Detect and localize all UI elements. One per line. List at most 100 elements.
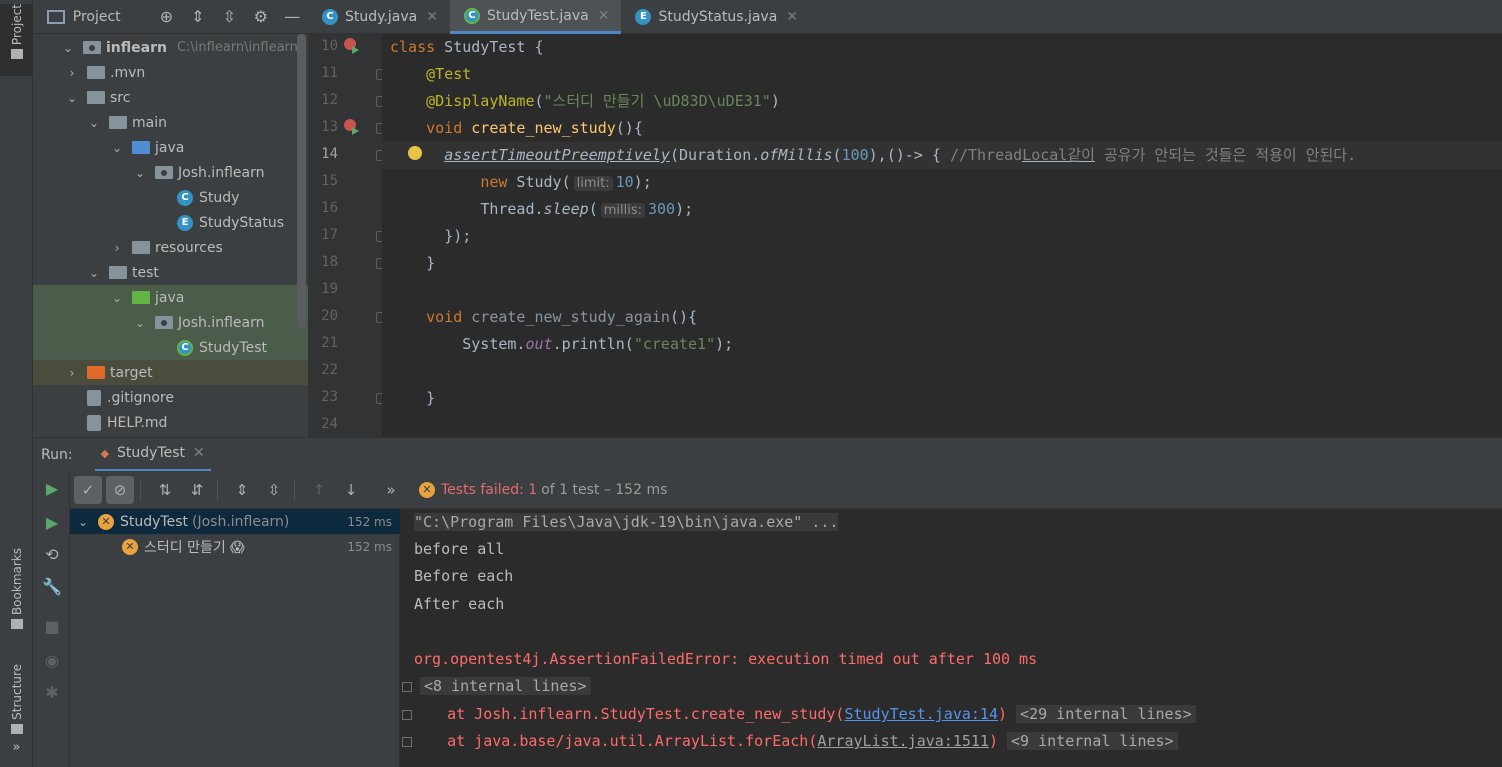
expand-all-icon[interactable]: ⇕	[228, 476, 256, 504]
gutter-line: 15	[308, 169, 382, 196]
chevron-down-icon[interactable]: ⌄	[78, 515, 92, 529]
locate-icon[interactable]: ⊕	[151, 7, 182, 26]
toolbar-divider	[294, 478, 295, 501]
collapse-all-icon[interactable]: ⇳	[260, 476, 288, 504]
wrench-icon[interactable]: 🔧	[40, 575, 64, 599]
editor-tab[interactable]: C StudyTest.java ✕	[449, 0, 622, 34]
project-window-icon	[47, 9, 65, 24]
chevron-down-icon[interactable]: ⌄	[87, 116, 101, 130]
tree-item[interactable]: E StudyStatus	[33, 210, 308, 235]
toolbar-divider	[140, 478, 141, 501]
run-tab-studytest[interactable]: ◆ StudyTest ✕	[94, 438, 211, 472]
editor-tab[interactable]: E StudyStatus.java ✕	[621, 0, 810, 34]
chevron-down-icon[interactable]: ⌄	[110, 291, 124, 305]
collapse-all-icon[interactable]: ⇳	[214, 7, 245, 26]
show-passed-icon[interactable]: ✓	[74, 475, 102, 504]
line-number: 15	[321, 173, 338, 189]
console-line: <8 internal lines>	[400, 673, 591, 700]
more-icon[interactable]: »	[377, 476, 405, 504]
tree-item-label: HELP.md	[107, 414, 168, 431]
close-icon[interactable]: ✕	[786, 9, 798, 25]
test-row-method[interactable]: ✕ 스터디 만들기 😱 152 ms	[70, 534, 400, 559]
folder-icon	[155, 316, 173, 329]
sort-alpha-icon[interactable]: ⇅	[151, 476, 179, 504]
tree-scrollbar[interactable]	[297, 34, 306, 328]
chevron-down-icon[interactable]: ⌄	[61, 41, 75, 55]
tree-item[interactable]: C Study	[33, 185, 308, 210]
code-line: class StudyTest {	[390, 38, 544, 56]
tree-item[interactable]: ⌄ java	[33, 135, 308, 160]
stop-icon[interactable]: ■	[40, 615, 64, 639]
tree-item[interactable]: › .mvn	[33, 60, 308, 85]
chevron-down-icon[interactable]: ⌄	[65, 91, 79, 105]
arrow-up-icon[interactable]: ↑	[305, 476, 333, 504]
gutter-line: 14	[308, 142, 386, 169]
structure-tool-tab[interactable]: Structure	[0, 664, 33, 734]
stacktrace-link[interactable]: StudyTest.java:14	[844, 705, 998, 723]
chevron-down-icon[interactable]: ⌄	[133, 166, 147, 180]
chevron-right-icon[interactable]: ›	[65, 66, 79, 80]
rerun-icon[interactable]: ▶	[40, 477, 64, 501]
close-icon[interactable]: ✕	[193, 445, 205, 461]
project-tree: ⌄ inflearn C:\inflearn\inflearn › .mvn ⌄ src ⌄ m…	[33, 34, 308, 437]
test-row-class[interactable]: ⌄ ✕ StudyTest (Josh.inflearn) 152 ms	[70, 509, 400, 534]
expand-icon[interactable]	[402, 710, 412, 720]
bookmarks-tool-tab[interactable]: Bookmarks	[0, 548, 33, 630]
hide-icon[interactable]: —	[277, 7, 308, 26]
run-test-icon[interactable]	[344, 38, 359, 54]
project-panel-title[interactable]: Project	[73, 9, 121, 25]
gutter-line: 12	[308, 88, 386, 115]
expand-all-icon[interactable]: ⇕	[182, 7, 213, 26]
line-number: 20	[321, 308, 338, 324]
collapsed-lines[interactable]: <8 internal lines>	[420, 677, 591, 695]
settings-icon[interactable]: ✱	[40, 681, 64, 705]
tree-item[interactable]: › target	[33, 360, 308, 385]
sort-duration-icon[interactable]: ⇵	[183, 476, 211, 504]
line-number: 24	[321, 416, 338, 432]
tree-item[interactable]: › resources	[33, 235, 308, 260]
expand-icon[interactable]	[402, 682, 412, 692]
java-file-icon: E	[635, 9, 652, 25]
rerun-failed-icon[interactable]: ▶	[40, 511, 64, 535]
close-icon[interactable]: ✕	[598, 8, 610, 24]
gutter-line: 20	[308, 304, 386, 331]
camera-icon[interactable]: ◉	[40, 649, 64, 673]
expand-icon[interactable]: »	[0, 740, 33, 755]
arrow-down-icon[interactable]: ↓	[337, 476, 365, 504]
tree-item[interactable]: HELP.md	[33, 410, 308, 435]
tree-item[interactable]: ⌄ Josh.inflearn	[33, 160, 308, 185]
project-tool-tab[interactable]: Project	[0, 4, 33, 76]
console-line: After each	[414, 595, 505, 613]
run-test-icon[interactable]	[344, 119, 359, 135]
chevron-down-icon[interactable]: ⌄	[133, 316, 147, 330]
tree-item[interactable]: ⌄ Josh.inflearn	[33, 310, 308, 335]
tree-item[interactable]: ⌄ src	[33, 85, 308, 110]
file-icon	[87, 389, 101, 406]
close-icon[interactable]: ✕	[426, 9, 438, 25]
stacktrace-link[interactable]: ArrayList.java:1511	[817, 732, 989, 750]
collapsed-lines[interactable]: <9 internal lines>	[1007, 732, 1178, 750]
code-editor[interactable]: class StudyTest { @Test @DisplayName("스터…	[382, 34, 1502, 437]
tree-item[interactable]: ⌄ test	[33, 260, 308, 285]
line-number: 16	[321, 200, 338, 216]
chevron-right-icon[interactable]: ›	[65, 366, 79, 380]
chevron-down-icon[interactable]: ⌄	[110, 141, 124, 155]
tree-item[interactable]: ⌄ main	[33, 110, 308, 135]
chevron-down-icon[interactable]: ⌄	[87, 266, 101, 280]
expand-icon[interactable]	[402, 737, 412, 747]
lightbulb-icon[interactable]	[408, 146, 422, 160]
structure-tool-tab-label: Structure	[9, 664, 24, 720]
show-ignored-icon[interactable]: ⊘	[106, 475, 134, 504]
tree-item[interactable]: C StudyTest	[33, 335, 308, 360]
gutter-line: 16	[308, 196, 382, 223]
gear-icon[interactable]: ⚙	[245, 7, 276, 26]
toggle-auto-test-icon[interactable]: ⟲	[40, 543, 64, 567]
gutter-line: 18	[308, 250, 386, 277]
tree-item[interactable]: ⌄ java	[33, 285, 308, 310]
tree-item[interactable]: .gitignore	[33, 385, 308, 410]
tree-item[interactable]: ⌄ inflearn C:\inflearn\inflearn	[33, 35, 308, 60]
collapsed-lines[interactable]: <29 internal lines>	[1016, 705, 1196, 723]
editor-tab[interactable]: C Study.java ✕	[308, 0, 450, 34]
chevron-right-icon[interactable]: ›	[110, 241, 124, 255]
console-output[interactable]: "C:\Program Files\Java\jdk-19\bin\java.e…	[400, 509, 1502, 767]
